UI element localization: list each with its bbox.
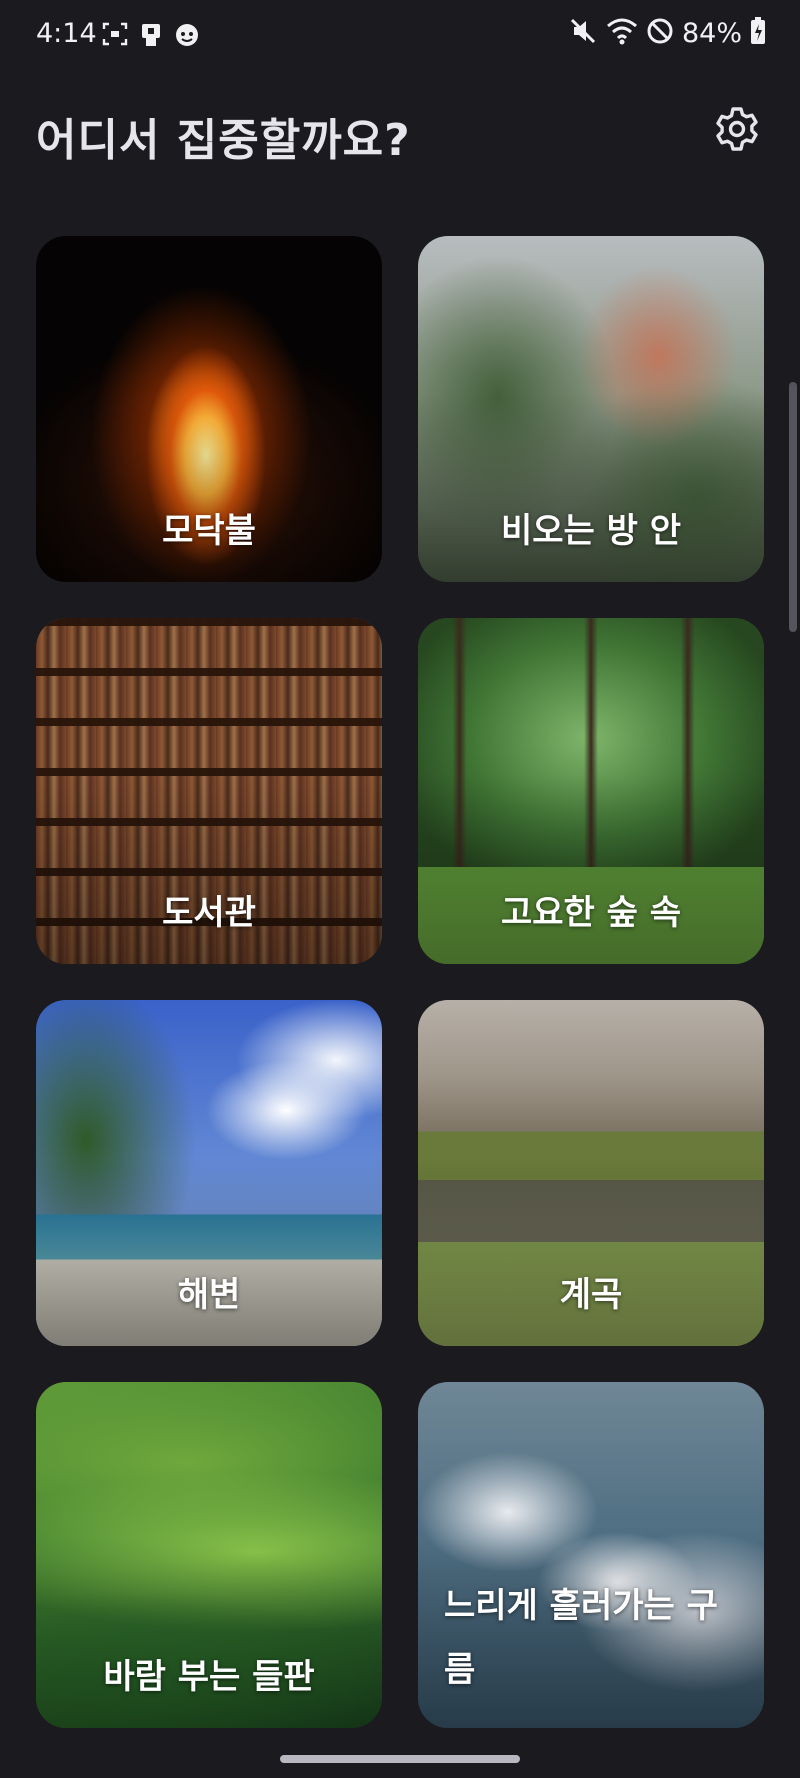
place-card-hills[interactable]: 바람 부는 들판	[36, 1382, 382, 1728]
places-grid: 모닥불 비오는 방 안 도서관 고요한 숲 속 해변 계곡 바람 부는 들판 느…	[36, 236, 766, 1728]
mute-icon	[568, 16, 598, 50]
page-title: 어디서 집중할까요?	[36, 115, 411, 166]
place-card-campfire[interactable]: 모닥불	[36, 236, 382, 582]
place-card-beach[interactable]: 해변	[36, 1000, 382, 1346]
face-icon	[174, 22, 200, 52]
place-card-rain-window[interactable]: 비오는 방 안	[418, 236, 764, 582]
place-card-creek[interactable]: 계곡	[418, 1000, 764, 1346]
home-indicator[interactable]	[280, 1755, 520, 1763]
status-time: 4:14	[36, 18, 97, 49]
screenshot-icon	[102, 22, 128, 52]
place-label: 도서관	[162, 893, 256, 933]
battery-percent: 84%	[681, 17, 742, 49]
place-label: 비오는 방 안	[500, 511, 682, 551]
place-label: 해변	[177, 1275, 241, 1315]
wifi-icon	[606, 16, 638, 50]
place-card-forest[interactable]: 고요한 숲 속	[418, 618, 764, 964]
do-not-disturb-icon	[646, 17, 674, 49]
place-label: 모닥불	[162, 511, 256, 551]
place-card-clouds[interactable]: 느리게 흘러가는 구름	[418, 1382, 764, 1728]
place-label: 바람 부는 들판	[103, 1657, 315, 1697]
place-card-library[interactable]: 도서관	[36, 618, 382, 964]
device-icon	[138, 22, 164, 52]
place-label: 느리게 흘러가는 구름	[444, 1586, 718, 1690]
battery-icon	[750, 17, 766, 49]
status-right: 84%	[568, 16, 766, 50]
place-label: 고요한 숲 속	[500, 893, 682, 933]
status-bar: 4:14 84%	[0, 0, 800, 72]
place-label: 계곡	[559, 1275, 623, 1315]
gear-icon	[714, 106, 760, 156]
scrollbar[interactable]	[789, 382, 797, 632]
settings-button[interactable]	[712, 106, 762, 156]
status-left-icons	[102, 22, 200, 52]
